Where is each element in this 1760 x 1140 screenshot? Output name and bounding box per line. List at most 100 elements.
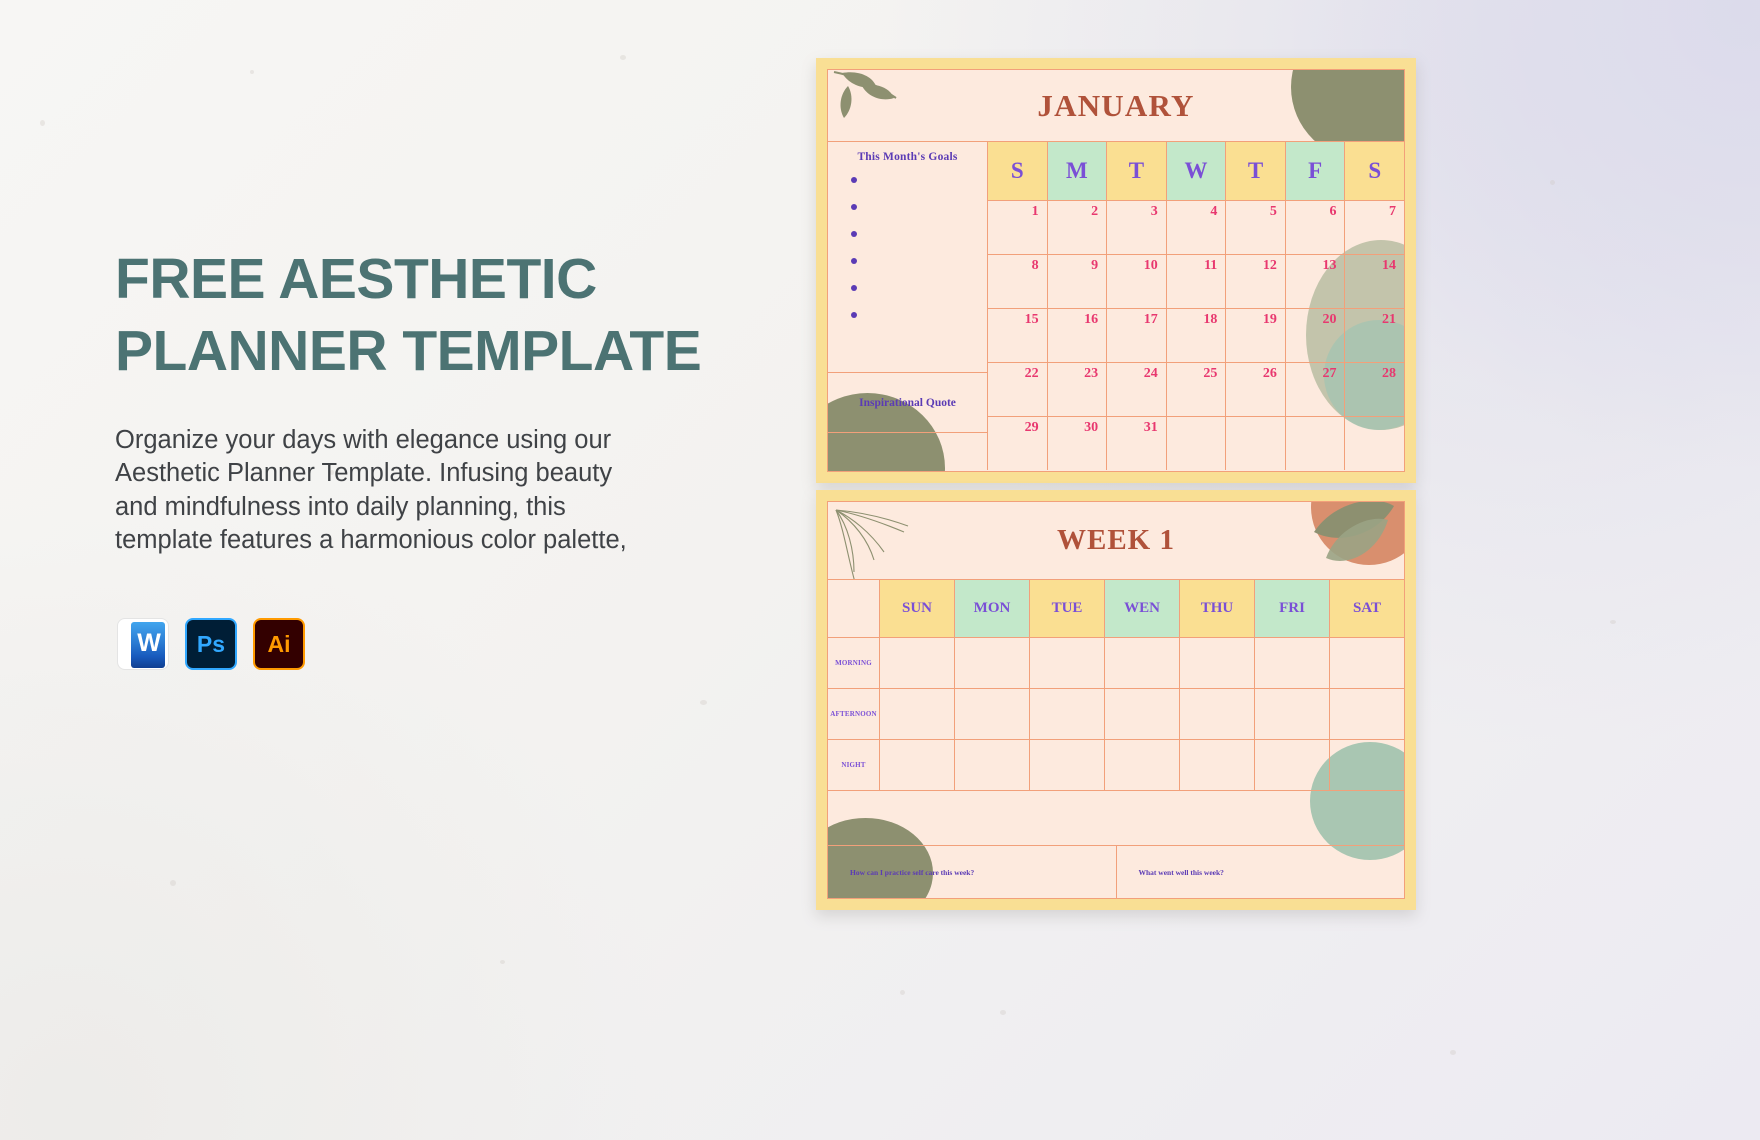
goals-box[interactable]: This Month's Goals <box>828 142 987 373</box>
goal-bullet-item[interactable] <box>851 254 987 281</box>
illustrator-icon[interactable]: Ai <box>253 618 305 670</box>
calendar-day-19[interactable]: 19 <box>1226 309 1286 362</box>
week-cell-sat-morning[interactable] <box>1330 638 1404 688</box>
month-title: JANUARY <box>1037 87 1195 123</box>
calendar-week-row: 1234567 <box>988 200 1404 254</box>
calendar-day-12[interactable]: 12 <box>1226 255 1286 308</box>
calendar-day-29[interactable]: 29 <box>988 417 1048 470</box>
week-day-header-row: SUN MON TUE WEN THU FRI SAT <box>828 580 1404 638</box>
week-row-label-morning: MORNING <box>828 638 880 688</box>
week-cell-wen-night[interactable] <box>1105 740 1180 790</box>
week-reflection-footer: How can I practice self care this week? … <box>828 846 1404 898</box>
went-well-prompt[interactable]: What went well this week? <box>1117 846 1405 898</box>
calendar-day-16[interactable]: 16 <box>1048 309 1108 362</box>
calendar-day-27[interactable]: 27 <box>1286 363 1346 416</box>
calendar-day-15[interactable]: 15 <box>988 309 1048 362</box>
calendar-day-8[interactable]: 8 <box>988 255 1048 308</box>
week-cell-mon-morning[interactable] <box>955 638 1030 688</box>
calendar-day-14[interactable]: 14 <box>1345 255 1404 308</box>
goals-column: This Month's Goals Inspirational Quote <box>828 142 988 470</box>
week-cell-fri-afternoon[interactable] <box>1255 689 1330 739</box>
week-cell-sat-night[interactable] <box>1330 740 1404 790</box>
weekly-planner-sheet: WEEK 1 SUN MON TUE WEN THU FRI SAT MORNING AFTE… <box>827 501 1405 899</box>
weekday-header-0: S <box>988 142 1048 200</box>
calendar-day-1[interactable]: 1 <box>988 201 1048 254</box>
calendar-day-9[interactable]: 9 <box>1048 255 1108 308</box>
calendar-day-6[interactable]: 6 <box>1286 201 1346 254</box>
calendar-day-2[interactable]: 2 <box>1048 201 1108 254</box>
monthly-calendar-card[interactable]: JANUARY This Month's Goals Inspirational… <box>816 58 1416 483</box>
calendar-day-13[interactable]: 13 <box>1286 255 1346 308</box>
week-row-afternoon: AFTERNOON <box>828 689 1404 740</box>
days-column: SMTWTFS 1 2 3 4 5 6 7 8 9 10 11 12 13 14 15 16 17 18 19 20 2… <box>988 142 1404 470</box>
week-day-header-sat: SAT <box>1330 580 1404 637</box>
calendar-day-empty[interactable] <box>1226 417 1286 470</box>
quote-heading: Inspirational Quote <box>859 396 956 409</box>
calendar-day-22[interactable]: 22 <box>988 363 1048 416</box>
inspirational-quote-header: Inspirational Quote <box>828 373 987 433</box>
week-cell-thu-afternoon[interactable] <box>1180 689 1255 739</box>
calendar-day-23[interactable]: 23 <box>1048 363 1108 416</box>
calendar-day-10[interactable]: 10 <box>1107 255 1167 308</box>
weekly-planner-card[interactable]: WEEK 1 SUN MON TUE WEN THU FRI SAT MORNING AFTE… <box>816 490 1416 910</box>
calendar-day-31[interactable]: 31 <box>1107 417 1167 470</box>
week-cell-mon-night[interactable] <box>955 740 1030 790</box>
quote-write-area[interactable] <box>828 433 987 470</box>
word-icon-label: W <box>137 628 161 657</box>
week-cell-tue-night[interactable] <box>1030 740 1105 790</box>
calendar-day-7[interactable]: 7 <box>1345 201 1404 254</box>
calendar-day-5[interactable]: 5 <box>1226 201 1286 254</box>
week-cell-thu-morning[interactable] <box>1180 638 1255 688</box>
calendar-day-3[interactable]: 3 <box>1107 201 1167 254</box>
calendar-day-25[interactable]: 25 <box>1167 363 1227 416</box>
calendar-day-28[interactable]: 28 <box>1345 363 1404 416</box>
self-care-prompt[interactable]: How can I practice self care this week? <box>828 846 1117 898</box>
calendar-week-row: 8 9 10 11 12 13 14 <box>988 254 1404 308</box>
week-row-label-night: NIGHT <box>828 740 880 790</box>
calendar-day-17[interactable]: 17 <box>1107 309 1167 362</box>
calendar-day-4[interactable]: 4 <box>1167 201 1227 254</box>
goal-bullet-item[interactable] <box>851 281 987 308</box>
calendar-day-26[interactable]: 26 <box>1226 363 1286 416</box>
calendar-day-21[interactable]: 21 <box>1345 309 1404 362</box>
goal-bullet-item[interactable] <box>851 308 987 335</box>
week-day-header-mon: MON <box>955 580 1030 637</box>
week-cell-fri-morning[interactable] <box>1255 638 1330 688</box>
week-cell-mon-afternoon[interactable] <box>955 689 1030 739</box>
goal-bullet-item[interactable] <box>851 200 987 227</box>
week-cell-wen-afternoon[interactable] <box>1105 689 1180 739</box>
week-cell-sat-afternoon[interactable] <box>1330 689 1404 739</box>
goal-bullet-item[interactable] <box>851 173 987 200</box>
texture-speck <box>700 700 707 705</box>
goals-bullet-list[interactable] <box>828 173 987 335</box>
week-cell-fri-night[interactable] <box>1255 740 1330 790</box>
texture-speck <box>620 55 626 60</box>
word-icon[interactable]: W <box>117 618 169 670</box>
week-cell-wen-morning[interactable] <box>1105 638 1180 688</box>
calendar-day-empty[interactable] <box>1167 417 1227 470</box>
week-grid-corner <box>828 580 880 637</box>
photoshop-icon[interactable]: Ps <box>185 618 237 670</box>
calendar-day-empty[interactable] <box>1345 417 1404 470</box>
calendar-day-30[interactable]: 30 <box>1048 417 1108 470</box>
goal-bullet-item[interactable] <box>851 227 987 254</box>
week-cell-sun-afternoon[interactable] <box>880 689 955 739</box>
weekday-header-2: T <box>1107 142 1167 200</box>
monthly-calendar-sheet: JANUARY This Month's Goals Inspirational… <box>827 69 1405 472</box>
calendar-day-20[interactable]: 20 <box>1286 309 1346 362</box>
week-cell-tue-afternoon[interactable] <box>1030 689 1105 739</box>
week-cell-sun-morning[interactable] <box>880 638 955 688</box>
week-row-night: NIGHT <box>828 740 1404 791</box>
calendar-day-24[interactable]: 24 <box>1107 363 1167 416</box>
texture-speck <box>1000 1010 1006 1015</box>
page-title-line-2: PLANNER TEMPLATE <box>115 319 702 384</box>
week-notes-area[interactable] <box>828 791 1404 846</box>
week-cell-thu-night[interactable] <box>1180 740 1255 790</box>
calendar-day-11[interactable]: 11 <box>1167 255 1227 308</box>
calendar-day-18[interactable]: 18 <box>1167 309 1227 362</box>
week-cell-tue-morning[interactable] <box>1030 638 1105 688</box>
week-cell-sun-night[interactable] <box>880 740 955 790</box>
calendar-week-row: 22 23 24 25 26 27 28 <box>988 362 1404 416</box>
calendar-day-empty[interactable] <box>1286 417 1346 470</box>
week-day-header-tue: TUE <box>1030 580 1105 637</box>
